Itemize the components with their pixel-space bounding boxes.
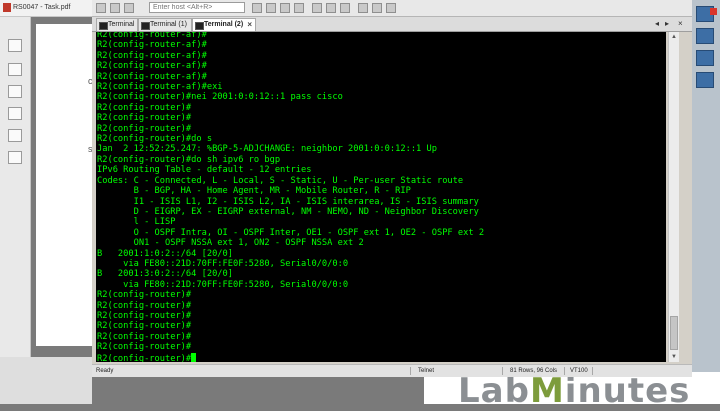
terminal-line: R2(config-router)#nei 2001:0:0:12::1 pas… bbox=[97, 92, 343, 103]
terminal-line: R2(config-router)#do sh ipv6 ro bgp bbox=[97, 154, 281, 165]
terminal-line: ON1 - OSPF NSSA ext 1, ON2 - OSPF NSSA e… bbox=[97, 238, 364, 249]
tab-terminal-2[interactable]: Terminal (2) × bbox=[192, 18, 256, 31]
paste-icon[interactable] bbox=[266, 3, 276, 13]
pdf-title: RS0047 - Task.pdf bbox=[13, 4, 71, 11]
tool-icon[interactable] bbox=[8, 129, 22, 142]
terminal-line: IPv6 Routing Table - default - 12 entrie… bbox=[97, 165, 312, 176]
status-ready: Ready bbox=[96, 368, 114, 374]
find-icon[interactable] bbox=[280, 3, 290, 13]
desktop-app-icon[interactable] bbox=[696, 28, 714, 44]
terminal-tab-icon bbox=[141, 22, 150, 30]
host-input[interactable] bbox=[149, 2, 245, 13]
status-divider bbox=[410, 367, 411, 375]
terminal-tab-icon bbox=[195, 22, 204, 30]
status-divider bbox=[564, 367, 565, 375]
terminal-line: via FE80::21D:70FF:FE0F:5280, Serial0/0/… bbox=[97, 279, 349, 290]
status-divider bbox=[502, 367, 503, 375]
settings-icon[interactable] bbox=[326, 3, 336, 13]
tab-label: Terminal bbox=[108, 21, 135, 28]
page-thumbnails-icon[interactable] bbox=[8, 39, 22, 52]
bookmark-icon[interactable] bbox=[8, 63, 22, 76]
terminal-line: l - LISP bbox=[97, 217, 176, 228]
terminal-line: R2(config-router-af)#exi bbox=[97, 82, 223, 93]
print-icon[interactable] bbox=[294, 3, 304, 13]
terminal-line: B 2001:1:0:2::/64 [20/0] bbox=[97, 248, 233, 259]
terminal-line: D - EIGRP, EX - EIGRP external, NM - NEM… bbox=[97, 206, 479, 217]
desktop-app-icon[interactable] bbox=[696, 50, 714, 66]
pdf-sidebar bbox=[0, 17, 31, 357]
logo-part-m: M bbox=[529, 371, 565, 411]
terminal-line: R2(config-router)# bbox=[97, 310, 192, 321]
terminal-tab-icon bbox=[99, 22, 108, 30]
logo-wordmark: LabMinutes bbox=[458, 372, 690, 410]
quick-connect-icon[interactable] bbox=[124, 3, 134, 13]
tab-bar: Terminal Terminal (1) Terminal (2) × ◂ ▸… bbox=[92, 17, 692, 32]
scrollbar-thumb[interactable] bbox=[670, 316, 678, 350]
terminal-line: R2(config-router)# bbox=[97, 113, 192, 124]
close-tab-icon[interactable]: × bbox=[247, 19, 252, 31]
notification-badge-icon bbox=[710, 8, 717, 15]
desktop-app-icon[interactable] bbox=[696, 72, 714, 88]
tab-label: Terminal (2) bbox=[204, 21, 244, 28]
terminal-line: R2(config-router)#do s bbox=[97, 134, 213, 145]
comment-icon[interactable] bbox=[8, 85, 22, 98]
terminal-line: R2(config-router-af)# bbox=[97, 32, 207, 40]
copy-icon[interactable] bbox=[252, 3, 262, 13]
terminal-line: R2(config-router-af)# bbox=[97, 40, 207, 51]
terminal-line: B - BGP, HA - Home Agent, MR - Mobile Ro… bbox=[97, 186, 411, 197]
pdf-page: c s bbox=[36, 24, 96, 346]
terminal-line: R2(config-router)# bbox=[97, 321, 192, 332]
text-cursor bbox=[191, 352, 197, 362]
help-icon[interactable] bbox=[372, 3, 382, 13]
sftp-icon[interactable] bbox=[312, 3, 322, 13]
terminal-screen[interactable]: R2(config-router-af)# R2(config-router-a… bbox=[96, 32, 666, 362]
terminal-line: R2(config-router)# bbox=[97, 102, 192, 113]
terminal-line: Jan 2 12:52:25.247: %BGP-5-ADJCHANGE: ne… bbox=[97, 144, 437, 155]
terminal-line: R2(config-router)# bbox=[97, 300, 192, 311]
tab-scroll-left-icon[interactable]: ◂ bbox=[655, 18, 659, 30]
terminal-line: R2(config-router)# bbox=[97, 331, 192, 342]
terminal-line: B 2001:3:0:2::/64 [20/0] bbox=[97, 269, 233, 280]
keymap-icon[interactable] bbox=[358, 3, 368, 13]
toolbar bbox=[92, 0, 692, 17]
terminal-line: Codes: C - Connected, L - Local, S - Sta… bbox=[97, 175, 464, 186]
new-session-icon[interactable] bbox=[96, 3, 106, 13]
tab-scroll-right-icon[interactable]: ▸ bbox=[665, 18, 669, 30]
terminal-line: R2(config-router)# bbox=[97, 123, 192, 134]
tab-terminal[interactable]: Terminal bbox=[96, 18, 138, 31]
key-icon[interactable] bbox=[340, 3, 350, 13]
logo-part-lab: Lab bbox=[458, 371, 530, 411]
status-bar: Ready Telnet 81 Rows, 96 Cols VT100 bbox=[92, 364, 692, 377]
pdf-file-icon bbox=[3, 3, 11, 12]
scroll-down-icon[interactable]: ▼ bbox=[669, 352, 679, 362]
pdf-bottom-area bbox=[0, 357, 92, 404]
options-icon[interactable] bbox=[386, 3, 396, 13]
attachment-icon[interactable] bbox=[8, 107, 22, 120]
terminal-line: O - OSPF Intra, OI - OSPF Inter, OE1 - O… bbox=[97, 227, 485, 238]
tag-icon[interactable] bbox=[8, 151, 22, 164]
terminal-line: R2(config-router-af)# bbox=[97, 50, 207, 61]
status-size: 81 Rows, 96 Cols bbox=[510, 368, 558, 374]
vertical-scrollbar[interactable]: ▲ ▼ bbox=[668, 32, 679, 362]
terminal-line: I1 - ISIS L1, I2 - ISIS L2, IA - ISIS in… bbox=[97, 196, 479, 207]
connect-icon[interactable] bbox=[110, 3, 120, 13]
terminal-line: R2(config-router)# bbox=[97, 353, 192, 362]
tab-terminal-1[interactable]: Terminal (1) bbox=[138, 18, 192, 31]
terminal-line: R2(config-router)# bbox=[97, 290, 192, 301]
close-window-icon[interactable]: × bbox=[678, 18, 683, 30]
logo-part-inutes: inutes bbox=[564, 371, 691, 411]
terminal-line: R2(config-router-af)# bbox=[97, 61, 207, 72]
status-divider bbox=[592, 367, 593, 375]
tab-label: Terminal (1) bbox=[150, 21, 187, 28]
terminal-output: R2(config-router-af)# R2(config-router-a… bbox=[97, 32, 484, 362]
terminal-line: R2(config-router-af)# bbox=[97, 71, 207, 82]
pdf-viewer-titlebar[interactable]: RS0047 - Task.pdf bbox=[0, 0, 92, 17]
terminal-line: via FE80::21D:70FF:FE0F:5280, Serial0/0/… bbox=[97, 258, 349, 269]
scroll-up-icon[interactable]: ▲ bbox=[669, 32, 679, 42]
terminal-line: R2(config-router)# bbox=[97, 342, 192, 353]
terminal-window: Terminal Terminal (1) Terminal (2) × ◂ ▸… bbox=[92, 0, 692, 377]
status-protocol: Telnet bbox=[418, 368, 435, 374]
status-emulation: VT100 bbox=[570, 368, 588, 374]
desktop-edge bbox=[692, 0, 720, 404]
